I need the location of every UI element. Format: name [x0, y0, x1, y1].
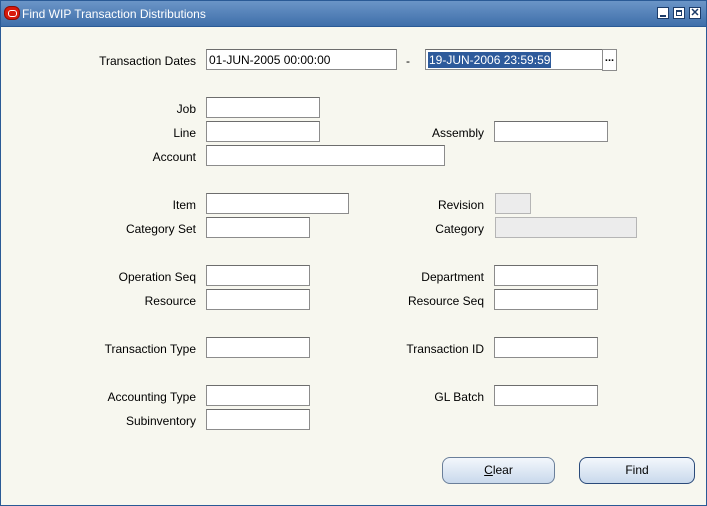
subinventory-label: Subinventory: [125, 414, 196, 428]
transaction-id-field[interactable]: [494, 337, 598, 358]
account-label: Account: [152, 150, 196, 164]
department-field[interactable]: [494, 265, 598, 286]
revision-field: [495, 193, 531, 214]
job-label: Job: [176, 102, 196, 116]
item-label: Item: [172, 198, 196, 212]
clear-button[interactable]: Clear: [442, 457, 555, 484]
line-label: Line: [173, 126, 196, 140]
close-icon[interactable]: ✕: [689, 7, 701, 19]
find-wip-transaction-distributions-window: Find WIP Transaction Distributions ✕ Tra…: [0, 0, 707, 506]
resource-seq-field[interactable]: [494, 289, 598, 310]
department-label: Department: [421, 270, 484, 284]
transaction-id-label: Transaction ID: [406, 342, 484, 356]
gl-batch-field[interactable]: [494, 385, 598, 406]
assembly-label: Assembly: [431, 126, 484, 140]
transaction-date-from-field[interactable]: 01-JUN-2005 00:00:00: [206, 49, 397, 70]
assembly-field[interactable]: [494, 121, 608, 142]
clear-button-label: lear: [492, 463, 513, 477]
gl-batch-label: GL Batch: [434, 390, 484, 404]
window-title: Find WIP Transaction Distributions: [22, 7, 206, 21]
category-set-label: Category Set: [125, 222, 196, 236]
category-field: [495, 217, 637, 238]
clear-button-mnemonic: C: [484, 463, 493, 477]
category-label: Category: [435, 222, 484, 236]
account-field[interactable]: [206, 145, 445, 166]
selected-text: 19-JUN-2006 23:59:59: [428, 52, 552, 68]
resource-seq-label: Resource Seq: [407, 294, 484, 308]
subinventory-field[interactable]: [206, 409, 310, 430]
maximize-icon[interactable]: [673, 7, 685, 19]
title-bar[interactable]: Find WIP Transaction Distributions ✕: [1, 1, 706, 27]
operation-seq-label: Operation Seq: [118, 270, 196, 284]
date-range-separator: -: [406, 54, 410, 68]
transaction-dates-label: Transaction Dates: [99, 54, 196, 68]
minimize-icon[interactable]: [657, 7, 669, 19]
job-field[interactable]: [206, 97, 320, 118]
transaction-type-label: Transaction Type: [104, 342, 196, 356]
find-button[interactable]: Find: [579, 457, 695, 484]
accounting-type-label: Accounting Type: [107, 390, 196, 404]
resource-label: Resource: [144, 294, 196, 308]
transaction-date-to-field[interactable]: 19-JUN-2006 23:59:59: [425, 49, 603, 70]
list-of-values-button[interactable]: ...: [602, 49, 617, 71]
revision-label: Revision: [437, 198, 484, 212]
oracle-icon: [4, 6, 20, 20]
